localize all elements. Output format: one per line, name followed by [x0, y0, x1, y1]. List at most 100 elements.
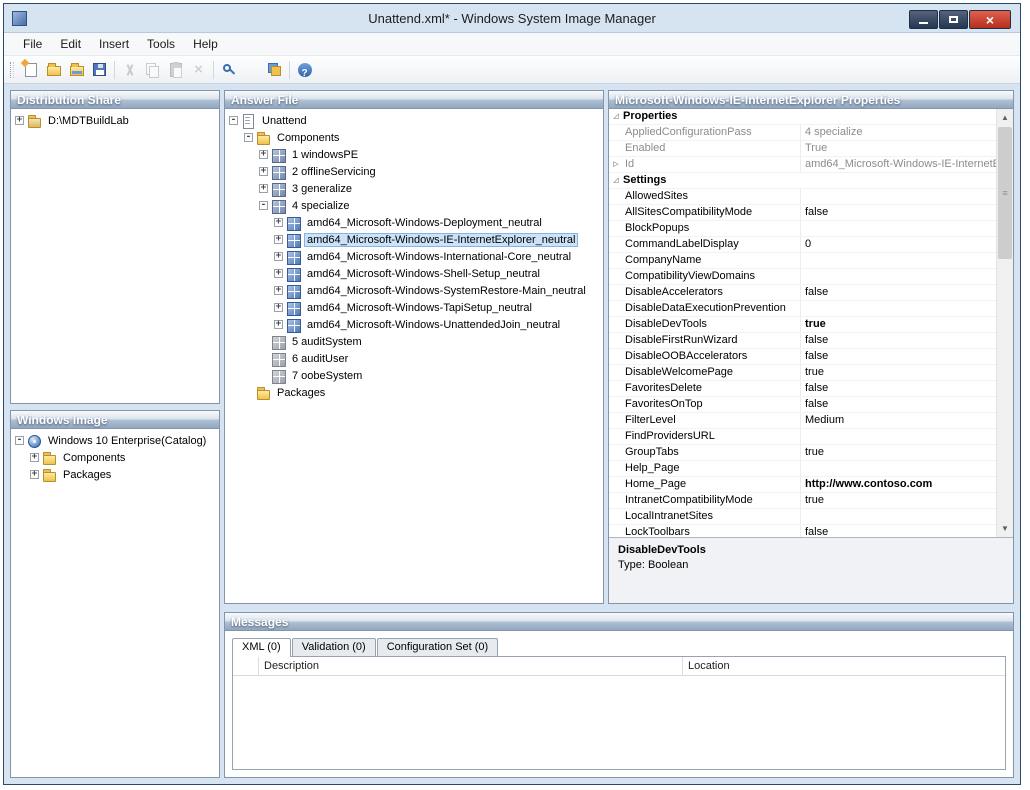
- property-row[interactable]: FavoritesOnTopfalse: [609, 397, 1013, 413]
- expand-icon[interactable]: +: [274, 320, 283, 329]
- save-answer-file-button[interactable]: [88, 58, 111, 81]
- menu-tools[interactable]: Tools: [138, 34, 184, 54]
- expand-icon[interactable]: +: [274, 286, 283, 295]
- tree-node[interactable]: -Components: [226, 129, 602, 146]
- tree-node[interactable]: -4 specialize: [226, 197, 602, 214]
- find-button[interactable]: [217, 58, 240, 81]
- property-row[interactable]: Home_Pagehttp://www.contoso.com: [609, 477, 1013, 493]
- tree-node[interactable]: +Packages: [12, 466, 218, 483]
- property-row[interactable]: IntranetCompatibilityModetrue: [609, 493, 1013, 509]
- cut-button[interactable]: [118, 58, 141, 81]
- scrollbar-thumb[interactable]: ≡: [998, 127, 1012, 259]
- validate-answer-file-button[interactable]: [240, 58, 263, 81]
- property-row[interactable]: LockToolbarsfalse: [609, 525, 1013, 537]
- section-expanded-icon[interactable]: ◿: [609, 173, 623, 188]
- collapse-icon[interactable]: -: [229, 116, 238, 125]
- tab-configuration-set[interactable]: Configuration Set (0): [377, 638, 499, 656]
- row-collapsed-icon[interactable]: ▷: [609, 157, 623, 172]
- property-row[interactable]: DisableOOBAcceleratorsfalse: [609, 349, 1013, 365]
- tree-node[interactable]: -Windows 10 Enterprise(Catalog): [12, 432, 218, 449]
- tree-node[interactable]: +amd64_Microsoft-Windows-UnattendedJoin_…: [226, 316, 602, 333]
- tree-node[interactable]: 5 auditSystem: [226, 333, 602, 350]
- expand-icon[interactable]: +: [274, 235, 283, 244]
- tree-node[interactable]: +1 windowsPE: [226, 146, 602, 163]
- property-row[interactable]: CommandLabelDisplay0: [609, 237, 1013, 253]
- new-answer-file-button[interactable]: [19, 58, 42, 81]
- tree-node[interactable]: +Components: [12, 449, 218, 466]
- property-row[interactable]: FavoritesDeletefalse: [609, 381, 1013, 397]
- expand-icon[interactable]: +: [15, 116, 24, 125]
- collapse-icon[interactable]: -: [244, 133, 253, 142]
- tree-node[interactable]: Packages: [226, 384, 602, 401]
- tree-node[interactable]: +3 generalize: [226, 180, 602, 197]
- titlebar[interactable]: Unattend.xml* - Windows System Image Man…: [4, 4, 1020, 32]
- column-header-description[interactable]: Description: [259, 657, 683, 675]
- property-row[interactable]: DisableFirstRunWizardfalse: [609, 333, 1013, 349]
- property-row[interactable]: CompatibilityViewDomains: [609, 269, 1013, 285]
- expand-icon[interactable]: +: [259, 184, 268, 193]
- menu-file[interactable]: File: [14, 34, 51, 54]
- property-row[interactable]: ▷Idamd64_Microsoft-Windows-IE-InternetEx: [609, 157, 1013, 173]
- property-row[interactable]: EnabledTrue: [609, 141, 1013, 157]
- property-section-row[interactable]: ◿Settings: [609, 173, 1013, 189]
- tab-xml[interactable]: XML (0): [232, 638, 291, 657]
- delete-button[interactable]: [187, 58, 210, 81]
- scroll-down-button[interactable]: ▼: [997, 520, 1013, 537]
- property-row[interactable]: AllSitesCompatibilityModefalse: [609, 205, 1013, 221]
- maximize-button[interactable]: [939, 10, 968, 29]
- tree-node[interactable]: +amd64_Microsoft-Windows-Shell-Setup_neu…: [226, 265, 602, 282]
- property-row[interactable]: DisableAcceleratorsfalse: [609, 285, 1013, 301]
- collapse-icon[interactable]: -: [15, 436, 24, 445]
- tree-node[interactable]: +2 offlineServicing: [226, 163, 602, 180]
- property-row[interactable]: AllowedSites: [609, 189, 1013, 205]
- menu-insert[interactable]: Insert: [90, 34, 138, 54]
- property-row[interactable]: Help_Page: [609, 461, 1013, 477]
- open-windows-image-button[interactable]: [65, 58, 88, 81]
- properties-scrollbar[interactable]: ▲ ≡ ▼: [996, 109, 1013, 537]
- property-row[interactable]: DisableWelcomePagetrue: [609, 365, 1013, 381]
- property-row[interactable]: BlockPopups: [609, 221, 1013, 237]
- property-row[interactable]: FindProvidersURL: [609, 429, 1013, 445]
- column-header-icon[interactable]: [233, 657, 259, 675]
- expand-icon[interactable]: +: [274, 218, 283, 227]
- tree-node[interactable]: +amd64_Microsoft-Windows-IE-InternetExpl…: [226, 231, 602, 248]
- property-row[interactable]: AppliedConfigurationPass4 specialize: [609, 125, 1013, 141]
- expand-icon[interactable]: +: [274, 252, 283, 261]
- tab-validation[interactable]: Validation (0): [292, 638, 376, 656]
- property-row[interactable]: DisableDataExecutionPrevention: [609, 301, 1013, 317]
- column-header-location[interactable]: Location: [683, 657, 1005, 675]
- paste-button[interactable]: [164, 58, 187, 81]
- tree-node[interactable]: +amd64_Microsoft-Windows-Deployment_neut…: [226, 214, 602, 231]
- expand-icon[interactable]: +: [30, 453, 39, 462]
- tree-node[interactable]: 6 auditUser: [226, 350, 602, 367]
- help-button[interactable]: [293, 58, 316, 81]
- messages-table-body: [233, 676, 1005, 769]
- expand-icon[interactable]: +: [274, 303, 283, 312]
- expand-icon[interactable]: +: [274, 269, 283, 278]
- open-answer-file-button[interactable]: [42, 58, 65, 81]
- scroll-up-button[interactable]: ▲: [997, 109, 1013, 126]
- property-row[interactable]: CompanyName: [609, 253, 1013, 269]
- create-configuration-set-button[interactable]: [263, 58, 286, 81]
- tree-node[interactable]: +amd64_Microsoft-Windows-International-C…: [226, 248, 602, 265]
- close-button[interactable]: ×: [969, 10, 1011, 29]
- property-row[interactable]: DisableDevToolstrue: [609, 317, 1013, 333]
- property-section-row[interactable]: ◿Properties: [609, 109, 1013, 125]
- menu-edit[interactable]: Edit: [51, 34, 90, 54]
- tree-node[interactable]: 7 oobeSystem: [226, 367, 602, 384]
- collapse-icon[interactable]: -: [259, 201, 268, 210]
- expand-icon[interactable]: +: [259, 150, 268, 159]
- minimize-button[interactable]: [909, 10, 938, 29]
- property-row[interactable]: LocalIntranetSites: [609, 509, 1013, 525]
- menu-help[interactable]: Help: [184, 34, 227, 54]
- expand-icon[interactable]: +: [259, 167, 268, 176]
- expand-icon[interactable]: +: [30, 470, 39, 479]
- property-row[interactable]: GroupTabstrue: [609, 445, 1013, 461]
- copy-button[interactable]: [141, 58, 164, 81]
- section-expanded-icon[interactable]: ◿: [609, 109, 623, 124]
- tree-node[interactable]: +amd64_Microsoft-Windows-SystemRestore-M…: [226, 282, 602, 299]
- tree-node[interactable]: +D:\MDTBuildLab: [12, 112, 218, 129]
- property-row[interactable]: FilterLevelMedium: [609, 413, 1013, 429]
- tree-node[interactable]: -Unattend: [226, 112, 602, 129]
- tree-node[interactable]: +amd64_Microsoft-Windows-TapiSetup_neutr…: [226, 299, 602, 316]
